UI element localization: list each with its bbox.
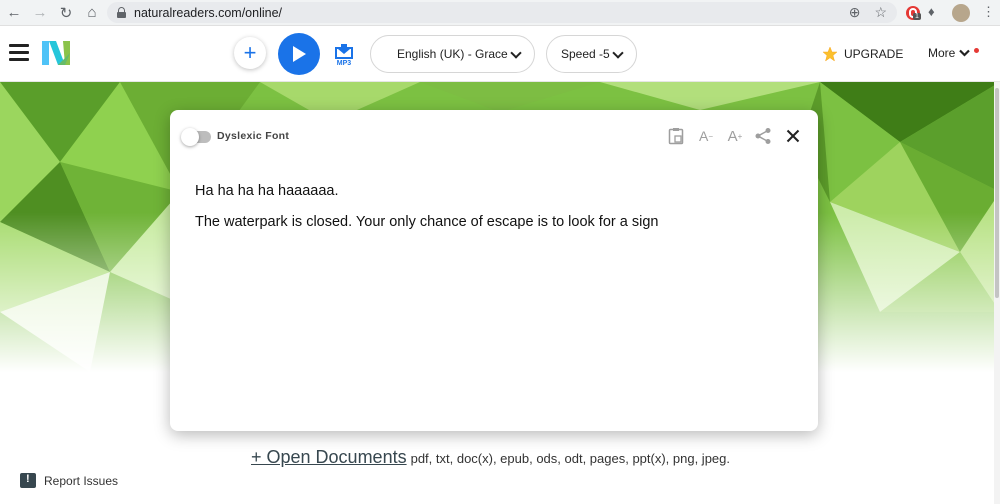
add-button[interactable]: + [234, 37, 266, 69]
upgrade-label: UPGRADE [844, 47, 904, 61]
reload-icon[interactable]: ↻ [53, 0, 79, 26]
dyslexic-font-label: Dyslexic Font [217, 130, 290, 142]
svg-text:MP3: MP3 [337, 60, 352, 66]
scrollbar-thumb[interactable] [995, 88, 999, 298]
chevron-down-icon [612, 47, 624, 59]
notification-dot [974, 47, 980, 53]
home-icon[interactable]: ⌂ [79, 0, 105, 26]
report-icon [20, 473, 36, 488]
voice-select-label: English (UK) - Grace [397, 47, 508, 61]
decrease-font-icon[interactable]: A − [696, 126, 716, 146]
report-issues-label: Report Issues [44, 473, 119, 488]
zoom-icon[interactable]: ⊕ [849, 4, 861, 21]
speed-select-label: Speed -5 [561, 47, 610, 61]
star-icon [822, 46, 838, 62]
back-icon[interactable]: ← [1, 0, 27, 26]
extension-icon[interactable]: 1 [904, 4, 922, 22]
more-menu[interactable]: More [928, 46, 980, 60]
avatar[interactable] [952, 4, 970, 22]
report-issues-button[interactable]: Report Issues [20, 473, 118, 488]
dyslexic-font-toggle[interactable] [181, 128, 211, 146]
kebab-menu-icon[interactable]: ⋮ [982, 4, 995, 20]
reader-text[interactable]: Ha ha ha ha haaaaaa. The waterpark is cl… [195, 183, 658, 245]
clipboard-icon[interactable] [666, 126, 686, 146]
reader-modal: Dyslexic Font A − A + Ha ha ha ha haaaaaa.… [170, 110, 818, 431]
supported-file-types: pdf, txt, doc(x), epub, ods, odt, pages,… [410, 451, 731, 466]
upgrade-button[interactable]: UPGRADE [822, 46, 903, 62]
browser-toolbar: ← → ↻ ⌂ naturalreaders.com/online/ ⊕ ☆ 1… [0, 0, 1000, 26]
play-button[interactable] [278, 33, 320, 75]
mp3-download-icon[interactable]: MP3 [333, 42, 355, 66]
text-line: The waterpark is closed. Your only chanc… [195, 214, 659, 230]
app-toolbar: + MP3 English (UK) - Grace Speed -5 UPGR… [0, 26, 1000, 82]
open-documents: + Open Documents pdf, txt, doc(x), epub,… [251, 447, 730, 468]
extension-badge: 1 [913, 13, 921, 20]
bookmark-star-icon[interactable]: ☆ [874, 4, 887, 21]
speed-select[interactable]: Speed -5 [546, 35, 637, 73]
toggle-knob [181, 128, 199, 146]
voice-select[interactable]: English (UK) - Grace [370, 35, 535, 73]
forward-icon[interactable]: → [27, 0, 53, 26]
share-icon[interactable] [753, 126, 773, 146]
naturalreaders-logo[interactable] [40, 39, 72, 67]
hamburger-menu-icon[interactable] [9, 44, 29, 61]
text-line: Ha ha ha ha haaaaaa. [195, 183, 339, 199]
lock-icon [117, 7, 126, 18]
close-icon[interactable] [783, 126, 803, 146]
play-icon [293, 46, 306, 62]
chevron-down-icon [959, 49, 971, 57]
open-documents-link[interactable]: + Open Documents [251, 447, 407, 468]
address-bar[interactable]: naturalreaders.com/online/ ⊕ ☆ [107, 2, 897, 23]
puzzle-icon[interactable]: ♦ [928, 4, 935, 19]
url-text: naturalreaders.com/online/ [134, 5, 282, 20]
more-label: More [928, 46, 956, 60]
increase-font-icon[interactable]: A + [725, 126, 745, 146]
chevron-down-icon [510, 47, 522, 59]
